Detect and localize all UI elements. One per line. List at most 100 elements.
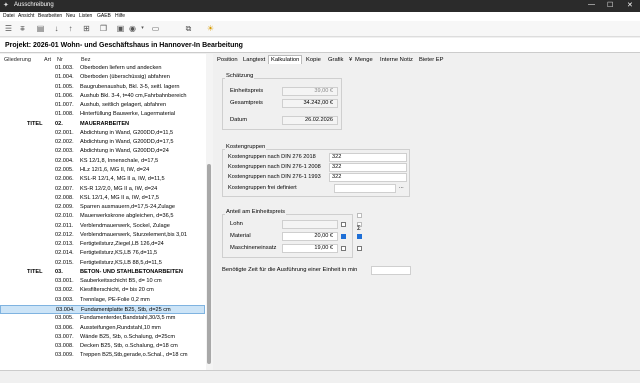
- tab-langtext[interactable]: Langtext: [243, 56, 265, 65]
- title-row[interactable]: TITEL 02. MAUERARBEITEN: [0, 120, 205, 129]
- title-row[interactable]: TITEL 03. BETON- UND STAHLBETONARBEITEN: [0, 268, 205, 277]
- copy-icon[interactable]: ⧉: [184, 24, 193, 33]
- tab-bieter-ep[interactable]: Bieter EP: [419, 56, 444, 65]
- table-row[interactable]: 02.008. KSL 12/1,4, MG II a, IW, d=17,5: [0, 194, 205, 203]
- copy-list-icon[interactable]: ❐: [99, 24, 108, 33]
- menu-datei[interactable]: Datei: [3, 13, 15, 19]
- material-checkbox[interactable]: [341, 234, 346, 239]
- maschineneinsatz-checkbox[interactable]: [341, 246, 346, 251]
- table-row[interactable]: 02.006. KSL-R 12/1,4, MG II a, IW, d=11,5: [0, 175, 205, 184]
- table-row[interactable]: 03.003. Trennlage, PE-Folie 0,2 mm: [0, 296, 205, 305]
- header-gliederung[interactable]: Gliederung: [4, 57, 31, 63]
- list-icon[interactable]: ☰: [4, 24, 13, 33]
- table-row[interactable]: 01.005. Baugrubenaushub, Bkl. 3-5, seitl.…: [0, 83, 205, 92]
- tab-interne-notiz[interactable]: Interne Notiz: [380, 56, 413, 65]
- menu-listen[interactable]: Listen: [79, 13, 92, 19]
- row-bez: Hinterfüllung Bauwerke, Lagermaterial: [80, 111, 176, 118]
- table-row[interactable]: 02.011. Verblendmauerwerk, Sockel, Zulage: [0, 222, 205, 231]
- row-bez: MAUERARBEITEN: [80, 120, 130, 127]
- scroll-thumb[interactable]: [207, 164, 211, 364]
- table-row[interactable]: 01.006. Aushub Bkl. 3-4, t=40 cm,Fahrbahn…: [0, 92, 205, 101]
- table-row[interactable]: 02.004. KS 12/1,8, Innenschale, d=17,5: [0, 157, 205, 166]
- image-icon[interactable]: ▣: [116, 24, 125, 33]
- sum-material-checkbox[interactable]: [357, 234, 362, 239]
- row-nr: 03.003.: [55, 296, 74, 303]
- kg-frei-browse-button[interactable]: ...: [399, 183, 404, 192]
- table-row[interactable]: 02.013. Fertigteilsturz,Ziegel,LB 126,d=2…: [0, 240, 205, 249]
- sum-maschine-checkbox[interactable]: [357, 246, 362, 251]
- datum-field[interactable]: 26.02.2026: [282, 116, 338, 125]
- menu-hilfe[interactable]: Hilfe: [115, 13, 125, 19]
- sum-top-checkbox[interactable]: [357, 213, 362, 218]
- header-art[interactable]: Art: [44, 57, 51, 63]
- table-row[interactable]: 03.004. Fundamentplatte B25, Stb, d=25 cm: [0, 305, 205, 314]
- row-nr: 02.015.: [55, 259, 74, 266]
- minimize-icon[interactable]: —: [588, 1, 595, 8]
- maximize-icon[interactable]: ☐: [607, 1, 613, 9]
- row-bez: Abdichtung in Wand, G200DD,d=11,5: [80, 129, 174, 136]
- table-row[interactable]: 02.012. Verblendmauerwerk, Sturzelement,b…: [0, 231, 205, 240]
- lohn-checkbox[interactable]: [341, 222, 346, 227]
- tab-kopie[interactable]: Kopie: [306, 56, 321, 65]
- table-row[interactable]: 02.001. Abdichtung in Wand, G200DD,d=11,5: [0, 129, 205, 138]
- gesamtpreis-field[interactable]: 34.242,00 €: [282, 99, 338, 108]
- tab-position[interactable]: Position: [217, 56, 238, 65]
- list-scrollbar[interactable]: [206, 54, 213, 370]
- menu-neu[interactable]: Neu: [66, 13, 75, 19]
- material-field[interactable]: 20,00 €: [282, 232, 338, 241]
- zeit-field[interactable]: [371, 266, 411, 275]
- header-bez[interactable]: Bez: [81, 57, 90, 63]
- table-row[interactable]: 02.005. HLz 12/1,6, MG II, IW, d=24: [0, 166, 205, 175]
- kg-2018-field[interactable]: 322: [329, 153, 407, 162]
- tab-kalkulation[interactable]: Kalkulation: [268, 55, 303, 64]
- maschineneinsatz-field[interactable]: 19,00 €: [282, 244, 338, 253]
- menu-bearbeiten[interactable]: Bearbeiten: [38, 13, 62, 19]
- row-bez: Trennlage, PE-Folie 0,2 mm: [80, 296, 150, 303]
- row-bez: Abdichtung in Wand, G200DD,d=17,5: [80, 139, 174, 146]
- menu-ansicht[interactable]: Ansicht: [18, 13, 34, 19]
- table-row[interactable]: 01.003. Oberboden liefern und andecken: [0, 64, 205, 73]
- tree-icon[interactable]: ⊞: [82, 24, 91, 33]
- einheitspreis-field[interactable]: 39,00 €: [282, 87, 338, 96]
- menu-gaeb[interactable]: GAEB: [97, 13, 111, 19]
- close-icon[interactable]: ✕: [627, 1, 633, 9]
- kg-frei-field[interactable]: [334, 184, 396, 193]
- table-row[interactable]: 03.002. Kiesfilterschicht, d= bis 20 cm: [0, 286, 205, 295]
- table-row[interactable]: 03.001. Sauberkeitsschicht B5, d= 10 cm: [0, 277, 205, 286]
- bulb-icon[interactable]: ☀: [206, 24, 215, 33]
- stack-icon[interactable]: ▤: [36, 24, 45, 33]
- table-row[interactable]: 02.003. Abdichtung in Wand, G200DD,d=24: [0, 147, 205, 156]
- kg-1993-field[interactable]: 322: [329, 173, 407, 182]
- table-row[interactable]: 02.015. Fertigteilsturz,KS,LB 88,5,d=11,5: [0, 259, 205, 268]
- table-row[interactable]: 01.007. Aushub, seitlich gelagert, abfahr…: [0, 101, 205, 110]
- table-row[interactable]: 02.010. Mauerwerkskrone abgleichen, d=36,…: [0, 212, 205, 221]
- table-row[interactable]: 03.005. Fundamenterder,Bandstahl,30/3,5 m…: [0, 314, 205, 323]
- row-nr: 03.008.: [55, 343, 74, 350]
- dropdown-icon[interactable]: ▾: [138, 24, 147, 33]
- header-nr[interactable]: Nr: [57, 57, 63, 63]
- row-nr: 02.011.: [55, 222, 74, 229]
- tab-menge[interactable]: Menge: [355, 56, 373, 65]
- arrow-up-icon[interactable]: ↑: [66, 24, 75, 33]
- row-nr: 02.010.: [55, 213, 74, 220]
- table-row[interactable]: 03.009. Treppen B25,Stb,gerade,o.Schal., …: [0, 351, 205, 360]
- filter-icon[interactable]: ⩨: [18, 24, 27, 33]
- lohn-field[interactable]: [282, 220, 338, 229]
- table-row[interactable]: 03.008. Decken B25, Stb, o.Schalung, d=18…: [0, 342, 205, 351]
- gesamtpreis-label: Gesamtpreis: [230, 100, 263, 106]
- tab-bar: Position Langtext Kalkulation Kopie Graf…: [214, 55, 640, 65]
- window-icon[interactable]: ▭: [151, 24, 160, 33]
- tab-grafik[interactable]: Grafik: [328, 56, 343, 65]
- table-row[interactable]: 02.009. Sparren ausmauern,d=17,5-24,Zulag…: [0, 203, 205, 212]
- table-row[interactable]: 02.002. Abdichtung in Wand, G200DD,d=17,5: [0, 138, 205, 147]
- table-row[interactable]: 01.008. Hinterfüllung Bauwerke, Lagermate…: [0, 110, 205, 119]
- globe-icon[interactable]: ◉: [128, 24, 137, 33]
- kg-2008-field[interactable]: 322: [329, 163, 407, 172]
- table-row[interactable]: 03.007. Wände B25, Stb, o.Schalung, d=25c…: [0, 333, 205, 342]
- kalkulation-panel: Schätzung Einheitspreis 39,00 € Gesamtpr…: [218, 66, 636, 366]
- table-row[interactable]: 02.014. Fertigteilsturz,KS,LB 76,d=11,5: [0, 249, 205, 258]
- arrow-down-icon[interactable]: ↓: [52, 24, 61, 33]
- table-row[interactable]: 03.006. Aussteifungen,Rundstahl,10 mm: [0, 324, 205, 333]
- table-row[interactable]: 01.004. Oberboden (überschüssig) abfahren: [0, 73, 205, 82]
- table-row[interactable]: 02.007. KS-R 12/2,0, MG II a, IW, d=24: [0, 185, 205, 194]
